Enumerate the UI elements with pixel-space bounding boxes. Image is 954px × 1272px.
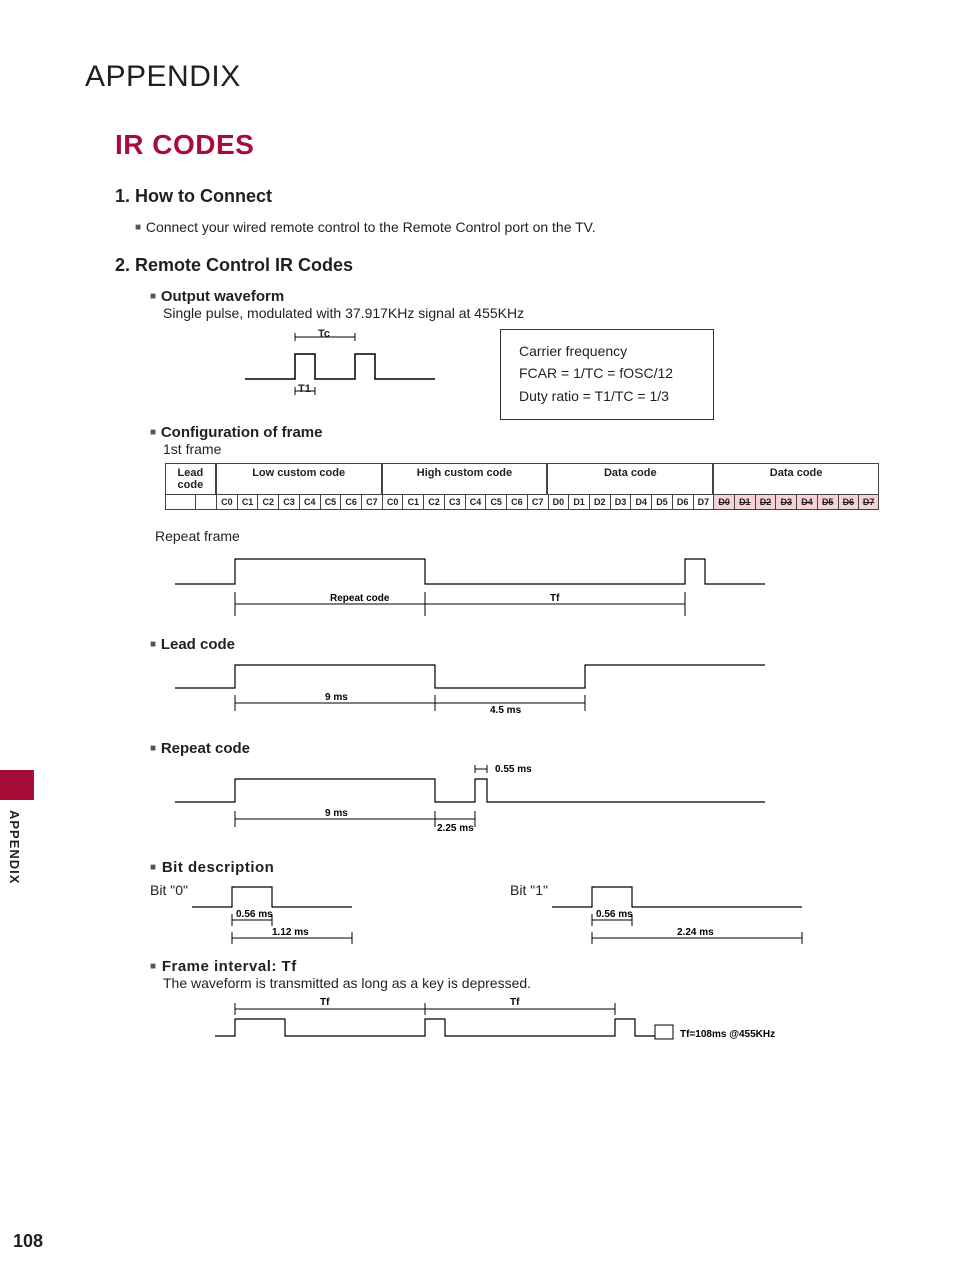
bit-cell: C4 <box>465 494 486 510</box>
repeat-code-caption: Repeat code <box>330 593 390 604</box>
repeat-frame-diagram: Repeat code Tf <box>175 544 879 624</box>
appendix-heading: APPENDIX <box>85 60 879 94</box>
bit-cell: D4 <box>796 494 817 510</box>
lead-code-heading: Lead code <box>150 636 879 653</box>
bit-cell: D4 <box>630 494 651 510</box>
hdr-data1: Data code <box>547 463 713 494</box>
bit-cell: C7 <box>361 494 382 510</box>
first-frame-label: 1st frame <box>163 441 879 457</box>
bit-cell: C3 <box>278 494 299 510</box>
tf-caption: Tf <box>550 593 560 604</box>
bit0-diagram: 0.56 ms 1.12 ms <box>192 882 442 952</box>
side-appendix-label: APPENDIX <box>7 810 22 884</box>
hdr-data2: Data code <box>713 463 879 494</box>
225ms: 2.25 ms <box>437 823 474 834</box>
section-1-text: Connect your wired remote control to the… <box>135 219 879 235</box>
bit-cell: C3 <box>444 494 465 510</box>
t1-label: T1 <box>298 383 311 395</box>
lead-code-diagram: 9 ms 4.5 ms <box>175 653 879 728</box>
repeat-frame-label: Repeat frame <box>155 528 879 544</box>
bit-cell: D6 <box>838 494 859 510</box>
bit-cell: C2 <box>423 494 444 510</box>
bit-cell: C6 <box>506 494 527 510</box>
hdr-high: High custom code <box>382 463 548 494</box>
svg-text:2.24 ms: 2.24 ms <box>677 927 714 938</box>
bit-cell: C4 <box>299 494 320 510</box>
bit0-label: Bit "0" <box>150 882 188 898</box>
frame-structure-diagram: Lead code Low custom code High custom co… <box>165 463 879 510</box>
frame-interval-heading: Frame interval: Tf <box>150 958 879 975</box>
svg-text:0.56 ms: 0.56 ms <box>596 909 633 920</box>
tc-label: Tc <box>318 328 330 340</box>
bit-cell: C2 <box>257 494 278 510</box>
page-title: IR CODES <box>115 129 879 161</box>
hdr-low: Low custom code <box>216 463 382 494</box>
bit-cell: D1 <box>734 494 755 510</box>
bit-cell: C5 <box>485 494 506 510</box>
carrier-line-3: Duty ratio = T1/TC = 1/3 <box>519 385 673 407</box>
bit-cell: D2 <box>755 494 776 510</box>
output-waveform-label: Output waveform <box>150 288 879 305</box>
bit-cell: D0 <box>548 494 569 510</box>
carrier-frequency-box: Carrier frequency FCAR = 1/TC = fOSC/12 … <box>500 329 714 420</box>
bit-cell: D1 <box>568 494 589 510</box>
config-frame-label: Configuration of frame <box>150 424 879 441</box>
055ms: 0.55 ms <box>495 764 532 775</box>
pulse-diagram: Tc T1 <box>235 329 445 409</box>
tf-note: Tf=108ms @455KHz <box>680 1029 775 1040</box>
bit-cell: C5 <box>320 494 341 510</box>
bit-cell: D7 <box>858 494 879 510</box>
svg-text:0.56 ms: 0.56 ms <box>236 909 273 920</box>
bit-cell: D2 <box>589 494 610 510</box>
bit-cell: C1 <box>237 494 258 510</box>
frame-interval-text: The waveform is transmitted as long as a… <box>163 975 879 991</box>
page-number: 108 <box>13 1231 43 1252</box>
lead-bits <box>165 494 216 510</box>
svg-text:Tf: Tf <box>320 997 330 1008</box>
hdr-lead: Lead code <box>165 463 216 494</box>
bit-cell: D5 <box>651 494 672 510</box>
bit1-label: Bit "1" <box>510 882 548 898</box>
carrier-line-1: Carrier frequency <box>519 340 673 362</box>
side-accent-bar <box>0 770 34 800</box>
bit-cell: C1 <box>402 494 423 510</box>
bit1-diagram: 0.56 ms 2.24 ms <box>552 882 832 952</box>
nine-ms-2: 9 ms <box>325 808 348 819</box>
svg-text:Tf: Tf <box>510 997 520 1008</box>
section-2-heading: 2. Remote Control IR Codes <box>115 255 879 276</box>
bit-cell: C0 <box>382 494 403 510</box>
svg-text:1.12 ms: 1.12 ms <box>272 927 309 938</box>
output-waveform-text: Single pulse, modulated with 37.917KHz s… <box>163 305 879 321</box>
bit-cell: D0 <box>713 494 734 510</box>
bit-cell: D5 <box>817 494 838 510</box>
four-five-ms: 4.5 ms <box>490 705 522 716</box>
nine-ms-1: 9 ms <box>325 692 348 703</box>
bit-cell: D3 <box>775 494 796 510</box>
carrier-line-2: FCAR = 1/TC = fOSC/12 <box>519 362 673 384</box>
bit-cell: C7 <box>527 494 548 510</box>
section-1-heading: 1. How to Connect <box>115 186 879 207</box>
bit-cell: D7 <box>693 494 714 510</box>
frame-interval-diagram: Tf Tf Tf=108ms @455KHz <box>215 991 879 1056</box>
bit-cell: D3 <box>610 494 631 510</box>
bit-cell: D6 <box>672 494 693 510</box>
repeat-code-diagram: 0.55 ms 9 ms 2.25 ms <box>175 757 879 847</box>
bit-cell: C0 <box>216 494 237 510</box>
bit-cell: C6 <box>340 494 361 510</box>
bit-description-heading: Bit description <box>150 859 879 876</box>
repeat-code-heading: Repeat code <box>150 740 879 757</box>
